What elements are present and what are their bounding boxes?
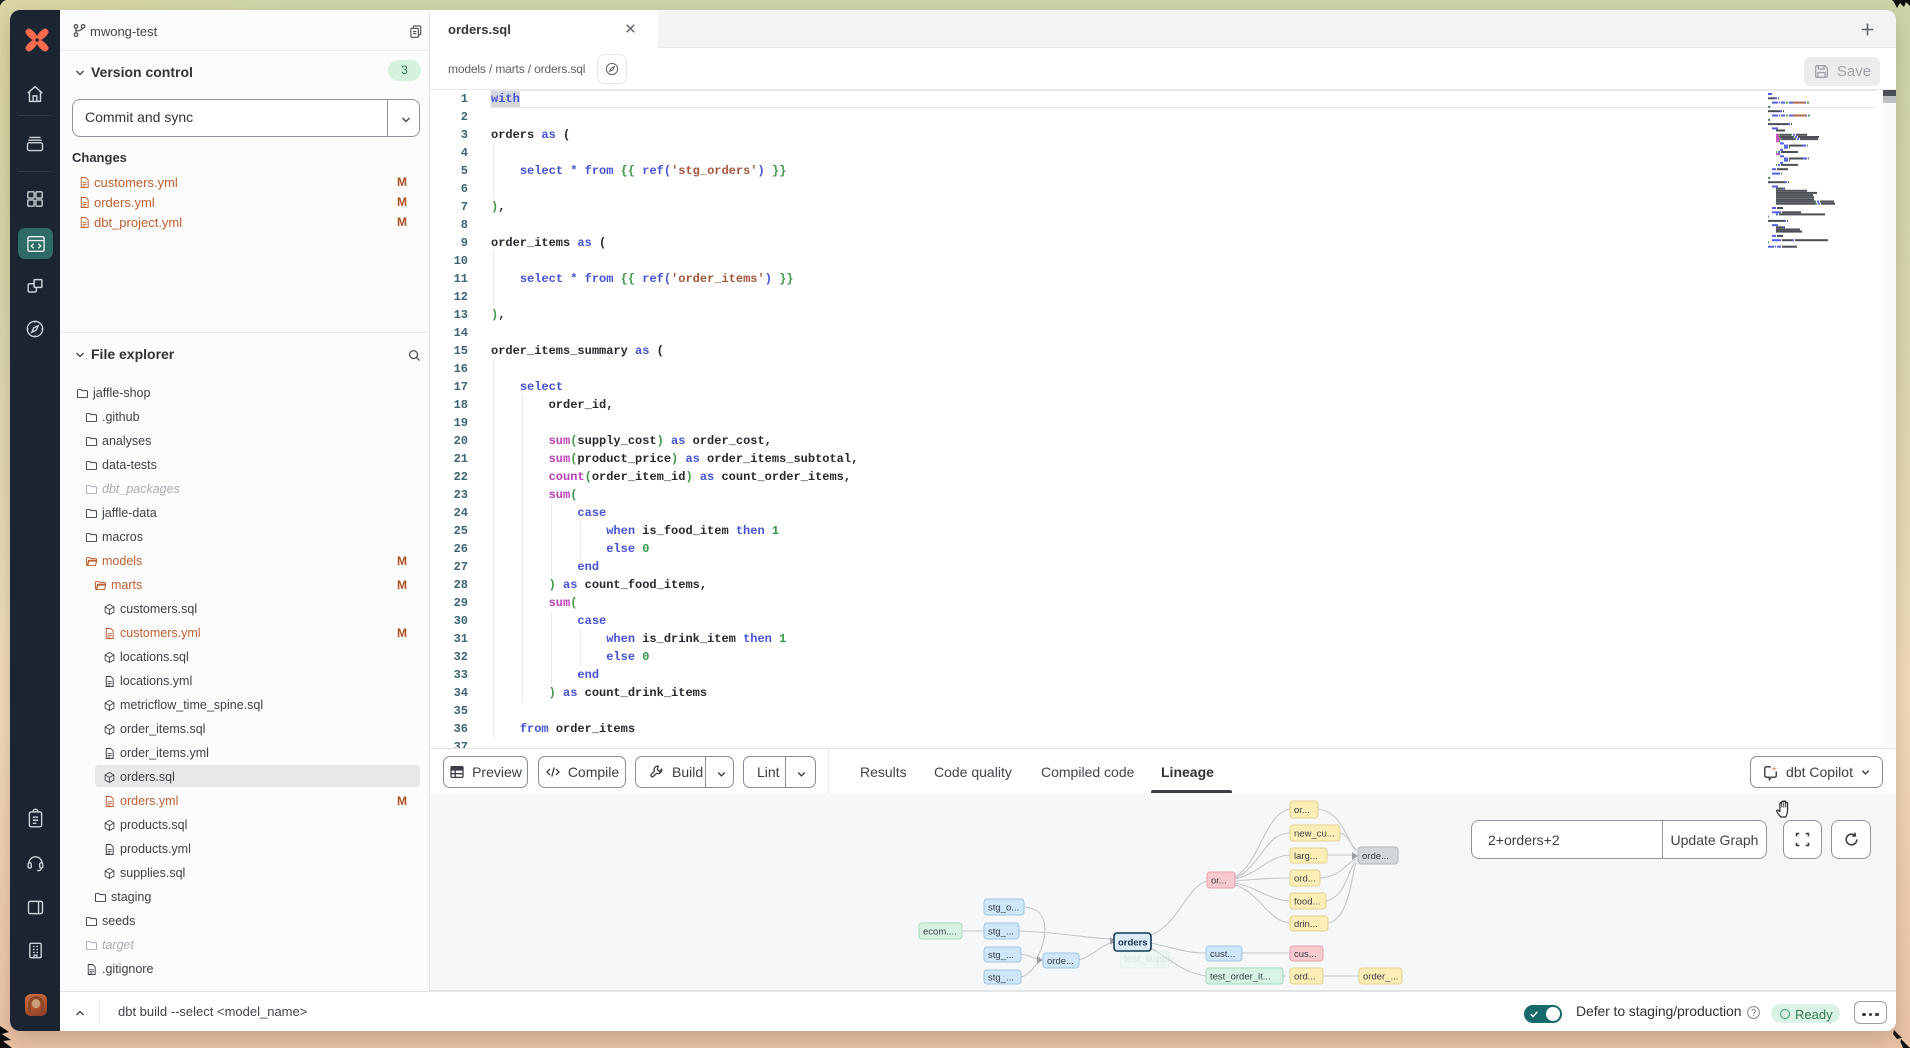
svg-text:cus...: cus... [1294, 949, 1317, 960]
svg-text:order_...: order_... [1363, 972, 1398, 983]
svg-text:orders: orders [1118, 938, 1148, 949]
svg-text:stg_...: stg_... [988, 927, 1014, 938]
svg-text:larg...: larg... [1294, 851, 1318, 862]
svg-text:cust...: cust... [1210, 949, 1235, 960]
svg-text:or...: or... [1294, 805, 1310, 816]
svg-text:ecom....: ecom.... [923, 927, 957, 938]
svg-text:stg_...: stg_... [988, 950, 1014, 961]
svg-text:orde...: orde... [1362, 851, 1389, 862]
svg-text:food...: food... [1294, 897, 1320, 908]
svg-text:ord...: ord... [1294, 972, 1316, 983]
svg-text:stg_o...: stg_o... [988, 903, 1019, 914]
svg-text:drin...: drin... [1294, 919, 1318, 930]
svg-text:orde...: orde... [1047, 956, 1074, 967]
svg-text:test_supply...: test_supply... [1124, 954, 1182, 965]
svg-text:stg_...: stg_... [988, 973, 1014, 984]
svg-text:or...: or... [1211, 876, 1227, 887]
svg-text:new_cu...: new_cu... [1294, 829, 1335, 840]
svg-text:ord...: ord... [1294, 874, 1316, 885]
svg-text:test_order_it...: test_order_it... [1210, 972, 1271, 983]
